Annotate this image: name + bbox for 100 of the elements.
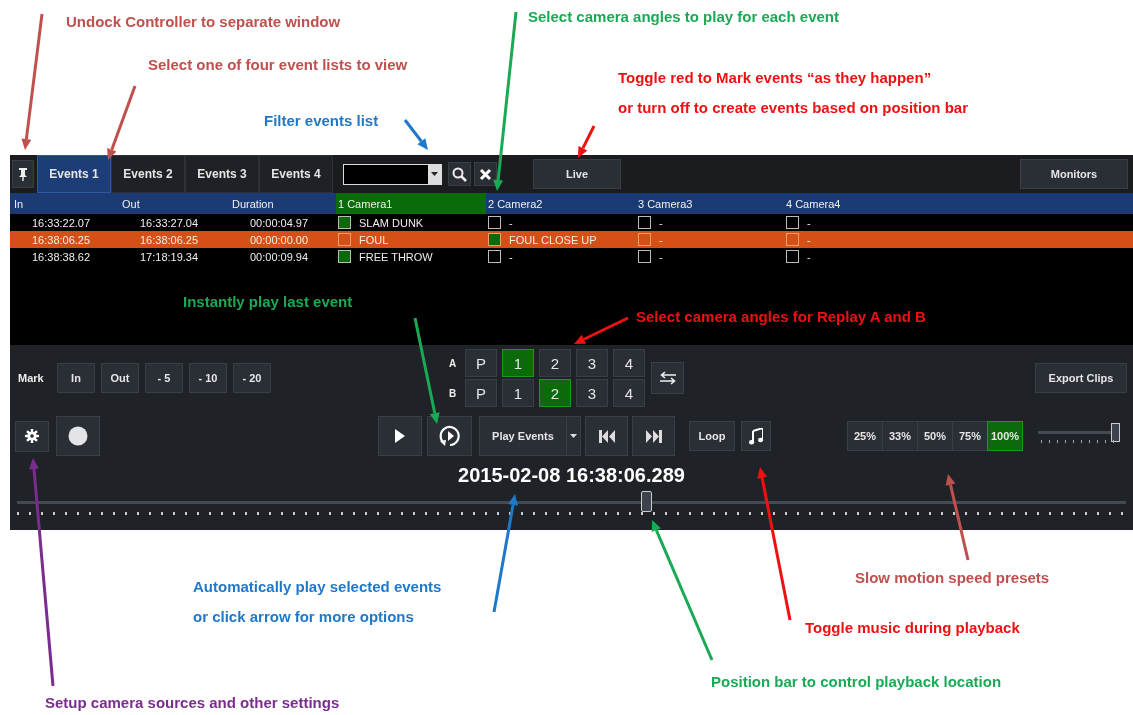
speed-preset-button[interactable]: 75%	[952, 421, 988, 451]
speed-preset-button[interactable]: 100%	[987, 421, 1023, 451]
music-button[interactable]	[741, 421, 771, 451]
annotation-text: Toggle red to Mark events “as they happen” or turn off to create events based on position bar	[618, 68, 969, 118]
annotation-text: Instantly play last event	[183, 292, 353, 312]
speed-preset-button[interactable]: 33%	[882, 421, 918, 451]
camera-angle-button[interactable]: P	[465, 379, 497, 407]
undock-button[interactable]	[12, 160, 34, 188]
replay-last-button[interactable]	[427, 416, 472, 456]
play-button[interactable]	[378, 416, 422, 456]
annotation-text: Select camera angles for Replay A and B	[636, 307, 926, 327]
camera-clip-label: -	[509, 250, 513, 263]
camera-checkbox[interactable]	[638, 233, 651, 246]
event-row[interactable]: 16:38:06.25 16:38:06.25 00:00:00.00 FOUL FOUL CLOSE UP - -	[10, 231, 1133, 248]
camera-angle-button[interactable]: 3	[576, 349, 608, 377]
events-tab[interactable]: Events 1	[37, 155, 111, 193]
annotation-text: Filter events list	[264, 111, 379, 131]
column-header[interactable]: 4 Camera4	[784, 193, 1133, 214]
mark-button[interactable]: In	[57, 363, 95, 393]
position-thumb[interactable]	[640, 491, 652, 512]
camera-checkbox[interactable]	[638, 250, 651, 263]
search-button[interactable]	[448, 162, 471, 186]
timestamp: 2015-02-08 16:38:06.289	[457, 462, 686, 488]
camera-angle-button[interactable]: 3	[576, 379, 608, 407]
camera-checkbox[interactable]	[786, 216, 799, 229]
record-button[interactable]	[56, 416, 100, 456]
replay-label: A	[449, 357, 458, 369]
camera-checkbox[interactable]	[338, 250, 351, 263]
speed-preset-button[interactable]: 25%	[847, 421, 883, 451]
column-header[interactable]: Duration	[230, 193, 336, 214]
camera-checkbox[interactable]	[488, 233, 501, 246]
camera-clip-label: -	[807, 250, 811, 263]
pin-icon	[18, 167, 28, 181]
clear-button[interactable]	[474, 162, 497, 186]
play-events-dropdown[interactable]	[567, 416, 581, 456]
mark-button[interactable]: - 5	[145, 363, 183, 393]
settings-button[interactable]	[15, 420, 49, 452]
loop-button[interactable]: Loop	[689, 421, 735, 451]
camera-clip-label: -	[807, 233, 811, 246]
camera-checkbox[interactable]	[338, 216, 351, 229]
camera-checkbox[interactable]	[488, 216, 501, 229]
music-note-icon	[749, 427, 763, 445]
export-clips-button[interactable]: Export Clips	[1035, 363, 1127, 393]
mark-button[interactable]: Out	[101, 363, 139, 393]
camera-angle-button[interactable]: 4	[613, 349, 645, 377]
table-cell-text: 16:33:22.07	[31, 215, 92, 231]
camera-clip-label: -	[659, 216, 663, 229]
column-header[interactable]: Out	[120, 193, 230, 214]
settings-icon	[25, 429, 39, 443]
camera-clip-label: -	[807, 216, 811, 229]
live-button[interactable]: Live	[533, 159, 621, 189]
annotation-text: Automatically play selected events or click arrow for more options	[193, 577, 442, 627]
skip-forward-icon	[645, 429, 662, 443]
column-header[interactable]: 1 Camera1	[336, 193, 486, 214]
column-header[interactable]: 3 Camera3	[636, 193, 784, 214]
annotation-text: Position bar to control playback location	[711, 672, 1002, 692]
swap-arrows-icon	[658, 371, 677, 385]
previous-button[interactable]	[585, 416, 628, 456]
caret-icon	[570, 434, 577, 438]
camera-checkbox[interactable]	[338, 233, 351, 246]
monitors-button[interactable]: Monitors	[1020, 159, 1128, 189]
column-header[interactable]: 2 Camera2	[486, 193, 636, 214]
mark-button[interactable]: - 20	[233, 363, 271, 393]
filter-dropdown[interactable]	[343, 163, 442, 185]
camera-angle-button[interactable]: 4	[613, 379, 645, 407]
table-cell-text: 00:00:00.00	[249, 232, 310, 248]
column-header[interactable]: In	[12, 193, 120, 214]
table-cell-text: 16:38:38.62	[31, 249, 92, 265]
camera-checkbox[interactable]	[638, 216, 651, 229]
mark-button[interactable]: - 10	[189, 363, 227, 393]
annotation-text: Toggle music during playback	[805, 618, 1020, 638]
camera-clip-label: -	[659, 250, 663, 263]
speed-preset-button[interactable]: 50%	[917, 421, 953, 451]
annotation-arrow	[578, 125, 596, 158]
camera-angle-button[interactable]: P	[465, 349, 497, 377]
camera-checkbox[interactable]	[488, 250, 501, 263]
camera-checkbox[interactable]	[786, 250, 799, 263]
annotation-text: Slow motion speed presets	[855, 568, 1050, 588]
annotation-text: Select one of four event lists to view	[148, 55, 408, 75]
table-cell-text: 16:33:27.04	[139, 215, 200, 231]
slider-thumb[interactable]	[1111, 423, 1120, 442]
circle-icon	[68, 426, 88, 446]
swap-button[interactable]	[651, 362, 684, 394]
table-cell-text: 17:18:19.34	[139, 249, 200, 265]
camera-angle-button[interactable]: 1	[502, 349, 534, 377]
table-cell-text: 00:00:04.97	[249, 215, 310, 231]
camera-clip-label: FOUL CLOSE UP	[509, 233, 597, 246]
events-tab[interactable]: Events 4	[259, 155, 333, 193]
next-button[interactable]	[632, 416, 675, 456]
play-events-button[interactable]: Play Events	[479, 416, 567, 456]
table-cell-text: 16:38:06.25	[31, 232, 92, 248]
camera-angle-button[interactable]: 2	[539, 379, 571, 407]
close-icon	[479, 167, 492, 181]
camera-angle-button[interactable]: 1	[502, 379, 534, 407]
mark-label: Mark	[18, 372, 45, 384]
camera-checkbox[interactable]	[786, 233, 799, 246]
camera-clip-label: -	[509, 216, 513, 229]
camera-angle-button[interactable]: 2	[539, 349, 571, 377]
events-tab[interactable]: Events 3	[185, 155, 259, 193]
events-tab[interactable]: Events 2	[111, 155, 185, 193]
